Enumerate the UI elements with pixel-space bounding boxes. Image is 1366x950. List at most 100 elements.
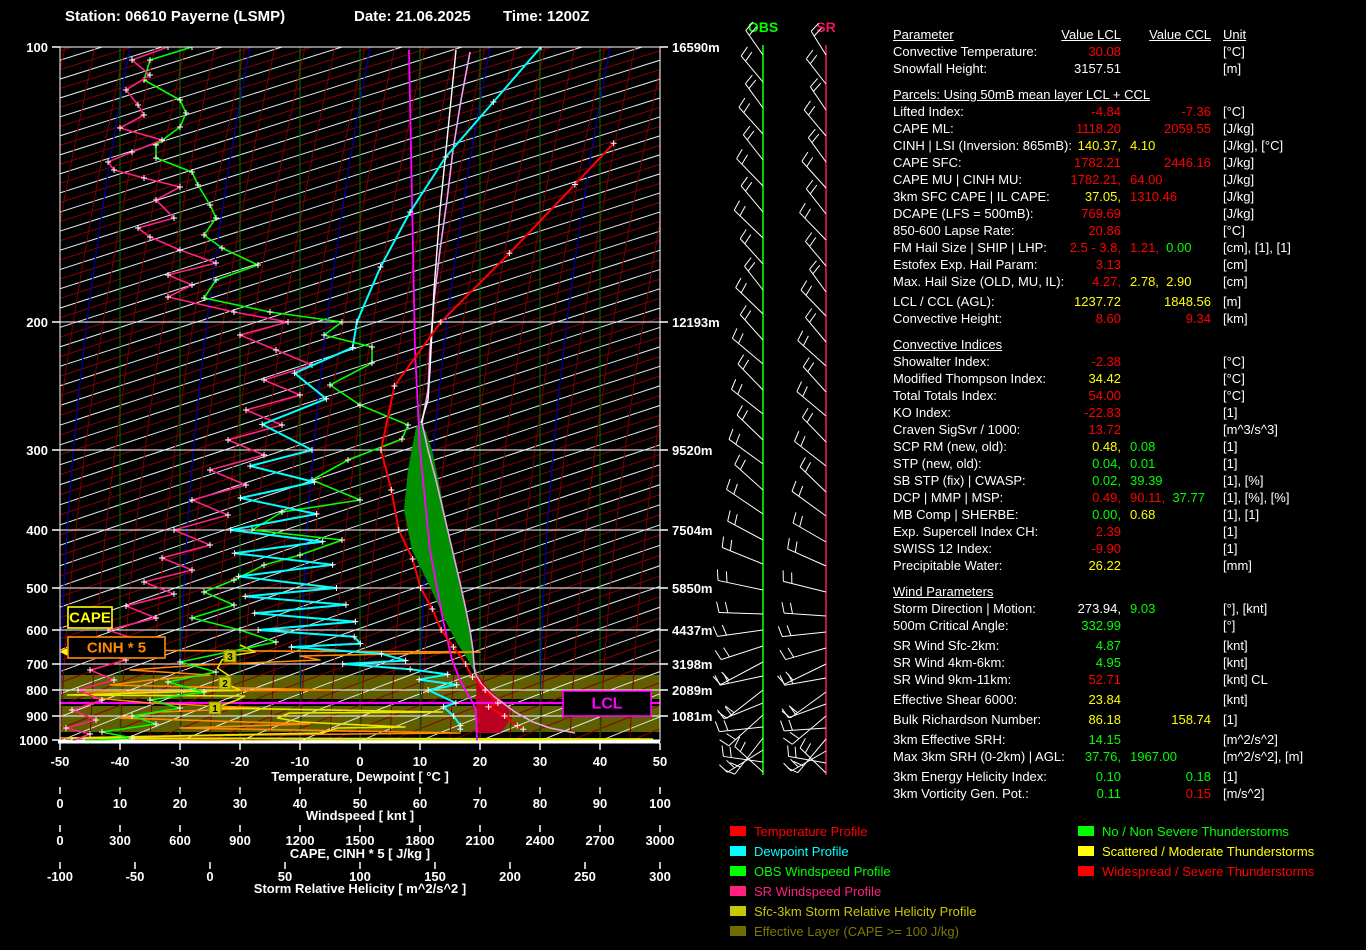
profile-legend: Temperature Profile Dewpoint Profile OBS W… [730,824,977,944]
param-value-lcl: 3.13 [1095,257,1121,272]
param-value-lcl: 4.87 [1095,638,1121,653]
svg-text:0: 0 [56,833,63,848]
svg-text:-30: -30 [171,754,190,769]
temperature-axis: -50 -40 -30 -20 -10 0 10 20 30 40 50 Temperature, D… [51,743,667,784]
legend-label: No / Non Severe Thunderstorms [1102,824,1289,839]
col-value-ccl: Value CCL [1149,27,1211,42]
svg-text:1: 1 [212,704,218,715]
table-row: 3km SFC CAPE | IL CAPE: 37.05, 1310.46 [J/k… [893,188,1363,205]
table-row: CAPE ML: 1118.20 2059.55 [J/kg] [893,120,1363,137]
param-value-ccl: 0.08 [1130,439,1156,454]
legend-label: Scattered / Moderate Thunderstorms [1102,844,1315,859]
param-unit: [m] [1223,61,1242,76]
svg-text:0: 0 [56,796,63,811]
param-value-lcl: 332.99 [1081,618,1121,633]
svg-text:10: 10 [413,754,427,769]
param-unit: [1], [%], [%] [1223,490,1290,505]
table-row: Estofex Exp. Hail Param: 3.13 [cm] [893,256,1363,273]
svg-text:70: 70 [473,796,487,811]
param-value-ccl: 9.03 [1130,601,1156,616]
legend-item-profile: Sfc-3km Storm Relative Helicity Profile [730,904,977,924]
table-row: SWISS 12 Index: -9.90 [1] [893,540,1363,557]
param-value-ccl: 158.74 [1171,712,1211,727]
station-title: Station: 06610 Payerne (LSMP) [65,8,286,25]
dewpoint-profile [227,47,545,733]
table-row: SR Wind 9km-11km: 52.71 [knt] CL [893,671,1363,688]
svg-text:400: 400 [26,523,48,538]
legend-item-profile: Effective Layer (CAPE >= 100 J/kg) [730,924,977,944]
legend-swatch-icon [730,926,746,936]
param-value-ccl: 1848.56 [1164,294,1211,309]
param-value-lcl: 34.42 [1088,371,1121,386]
table-row: Total Totals Index: 54.00 [°C] [893,387,1363,404]
param-unit: [J/kg] [1223,155,1255,170]
param-value-lcl: 0.48, [1092,439,1121,454]
srh-axis: -100 -50 0 50 100 150 200 250 300Storm Relative … [47,862,671,896]
param-unit: [km] [1223,311,1248,326]
param-value-lcl: 4.95 [1095,655,1121,670]
param-unit: [knt] [1223,692,1248,707]
param-value-lcl: 37.05, [1084,189,1121,204]
legend-swatch-icon [730,886,746,896]
svg-text:900: 900 [26,709,48,724]
param-value-lcl: 3157.51 [1074,61,1121,76]
table-row: 500m Critical Angle: 332.99 [°] [893,617,1363,634]
svg-text:300: 300 [109,833,131,848]
param-value-lcl: 8.60 [1095,311,1121,326]
param-unit: [1] [1223,456,1238,471]
param-unit: [m^2/s^2] [1223,732,1278,747]
param-unit: [1] [1223,439,1238,454]
param-value-lcl: 0.11 [1096,786,1121,801]
wind-barbs-sr: SR [777,19,836,775]
param-value-lcl: -22.83 [1084,405,1121,420]
param-value-lcl: 52.71 [1088,672,1121,687]
svg-text:2100: 2100 [466,833,495,848]
param-unit: [°] [1223,618,1236,633]
legend-item-profile: Dewpoint Profile [730,844,977,864]
svg-text:60: 60 [413,796,427,811]
param-value-lcl: 86.18 [1088,712,1121,727]
svg-text:20: 20 [473,754,487,769]
svg-text:9520m: 9520m [672,443,712,458]
param-value-lcl: 273.94, [1077,601,1121,616]
legend-item-severity: Widespread / Severe Thunderstorms [1078,864,1314,884]
svg-text:Temperature, Dewpoint [ °C ]: Temperature, Dewpoint [ °C ] [271,769,449,784]
table-row: Convective Height: 8.60 9.34 [km] [893,310,1363,327]
param-unit: [J/kg] [1223,206,1255,221]
param-value-ccl: 64.00 [1130,172,1163,187]
table-row: SB STP (fix) | CWASP: 0.02, 39.39 [1], [%] [893,472,1363,489]
legend-label: Dewpoint Profile [754,844,849,859]
svg-text:200: 200 [26,315,48,330]
svg-text:900: 900 [229,833,251,848]
svg-text:5850m: 5850m [672,581,712,596]
param-value-ccl: 2446.16 [1164,155,1211,170]
param-value-lcl: 4.27, [1092,274,1121,289]
legend-swatch-icon [1078,866,1094,876]
param-value-ccl: 0.18 [1185,769,1211,784]
legend-label: SR Windspeed Profile [754,884,882,899]
param-value-ccl: -7.36 [1181,104,1211,119]
svg-text:700: 700 [26,657,48,672]
svg-text:-50: -50 [126,869,145,884]
param-unit: [°C] [1223,223,1245,238]
param-value-lcl: 54.00 [1088,388,1121,403]
table-row: SR Wind Sfc-2km: 4.87 [knt] [893,637,1363,654]
param-value-lcl: 1782.21, [1070,172,1121,187]
svg-text:90: 90 [593,796,607,811]
legend-label: Sfc-3km Storm Relative Helicity Profile [754,904,977,919]
legend-item-severity: No / Non Severe Thunderstorms [1078,824,1314,844]
svg-text:-100: -100 [47,869,73,884]
legend-label: OBS Windspeed Profile [754,864,891,879]
pressure-axis-labels: 100 200 300 400 500 600 700 800 900 1000 [19,40,60,748]
param-value-ccl: 0.68 [1130,507,1156,522]
table-row: Convective Temperature: 30.08 [°C] [893,43,1363,60]
param-value-ccl: 1.21, 0.00 [1130,240,1192,255]
param-value-ccl: 0.01 [1130,456,1156,471]
legend-swatch-icon [730,906,746,916]
wind-barbs-obs: OBS [712,19,778,775]
col-unit: Unit [1223,27,1247,42]
table-row: Bulk Richardson Number: 86.18 158.74 [1] [893,711,1363,728]
table-row: SCP RM (new, old): 0.48, 0.08 [1] [893,438,1363,455]
param-value-lcl: -9.90 [1091,541,1121,556]
svg-text:4437m: 4437m [672,623,712,638]
